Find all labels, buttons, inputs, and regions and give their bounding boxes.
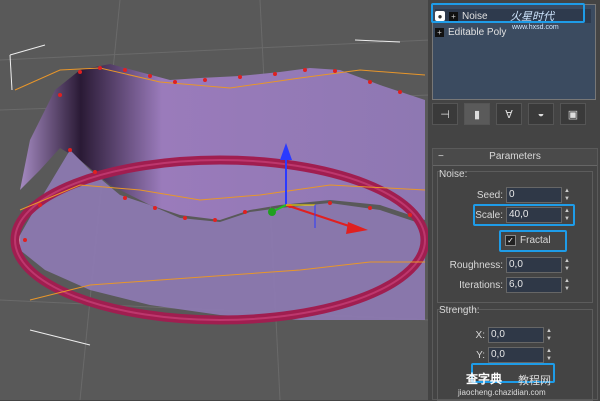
strength-x-label: X: [475, 329, 485, 341]
seed-input[interactable]: 0 [506, 187, 562, 203]
rollout-header[interactable]: − Parameters [433, 149, 597, 166]
noise-group-label: Noise: [439, 169, 468, 180]
iterations-field: Iterations: 6,0 ▲ ▼ [443, 277, 572, 293]
highlight-box [431, 3, 585, 23]
seed-spinner[interactable]: ▲ ▼ [564, 188, 572, 202]
viewport-scene [0, 0, 430, 400]
strength-x-field: X: 0,0 ▲ ▼ [463, 327, 554, 343]
iterations-label: Iterations: [459, 279, 503, 291]
strength-y-label: Y: [476, 349, 485, 361]
roughness-field: Roughness: 0,0 ▲ ▼ [443, 257, 572, 273]
rollout-title: Parameters [489, 151, 541, 162]
viewport-perspective[interactable] [0, 0, 430, 400]
highlight-box [473, 204, 575, 226]
stack-toolbar: ⊣ ▮ ∀ ◒ ▣ [432, 102, 594, 126]
remove-modifier-icon[interactable]: ◒ [528, 103, 554, 125]
strength-y-input[interactable]: 0,0 [488, 347, 544, 363]
strength-x-input[interactable]: 0,0 [488, 327, 544, 343]
seed-label: Seed: [476, 189, 503, 201]
seed-field: Seed: 0 ▲ ▼ [463, 187, 572, 203]
configure-sets-icon[interactable]: ▣ [560, 103, 586, 125]
stack-item-editable-poly[interactable]: + Editable Poly [435, 25, 506, 39]
strength-y-field: Y: 0,0 ▲ ▼ [463, 347, 554, 363]
footer-watermark-url: jiaocheng.chazidian.com [458, 388, 546, 397]
command-panel: ● + Noise + Editable Poly ⊣ ▮ ∀ ◒ ▣ − Pa… [428, 0, 600, 401]
iterations-input[interactable]: 6,0 [506, 277, 562, 293]
watermark-logo: 火星时代 [510, 10, 554, 23]
strength-y-spinner[interactable]: ▲ ▼ [546, 348, 554, 362]
roughness-label: Roughness: [449, 259, 503, 271]
watermark-url: www.hxsd.com [512, 24, 559, 31]
collapse-icon[interactable]: − [438, 149, 444, 165]
footer-watermark-suffix: 教程网 [518, 375, 551, 387]
parameters-rollout: − Parameters Noise: Seed: 0 ▲ ▼ Scale: 40… [432, 148, 598, 401]
expand-icon[interactable]: + [435, 27, 444, 37]
show-end-result-icon[interactable]: ▮ [464, 103, 490, 125]
iterations-spinner[interactable]: ▲ ▼ [564, 278, 572, 292]
roughness-input[interactable]: 0,0 [506, 257, 562, 273]
pin-stack-icon[interactable]: ⊣ [432, 103, 458, 125]
roughness-spinner[interactable]: ▲ ▼ [564, 258, 572, 272]
stack-item-label: Editable Poly [448, 26, 507, 38]
make-unique-icon[interactable]: ∀ [496, 103, 522, 125]
highlight-box [499, 230, 567, 252]
footer-watermark-brand: 查字典 [466, 372, 503, 386]
strength-group-label: Strength: [439, 305, 480, 316]
strength-x-spinner[interactable]: ▲ ▼ [546, 328, 554, 342]
